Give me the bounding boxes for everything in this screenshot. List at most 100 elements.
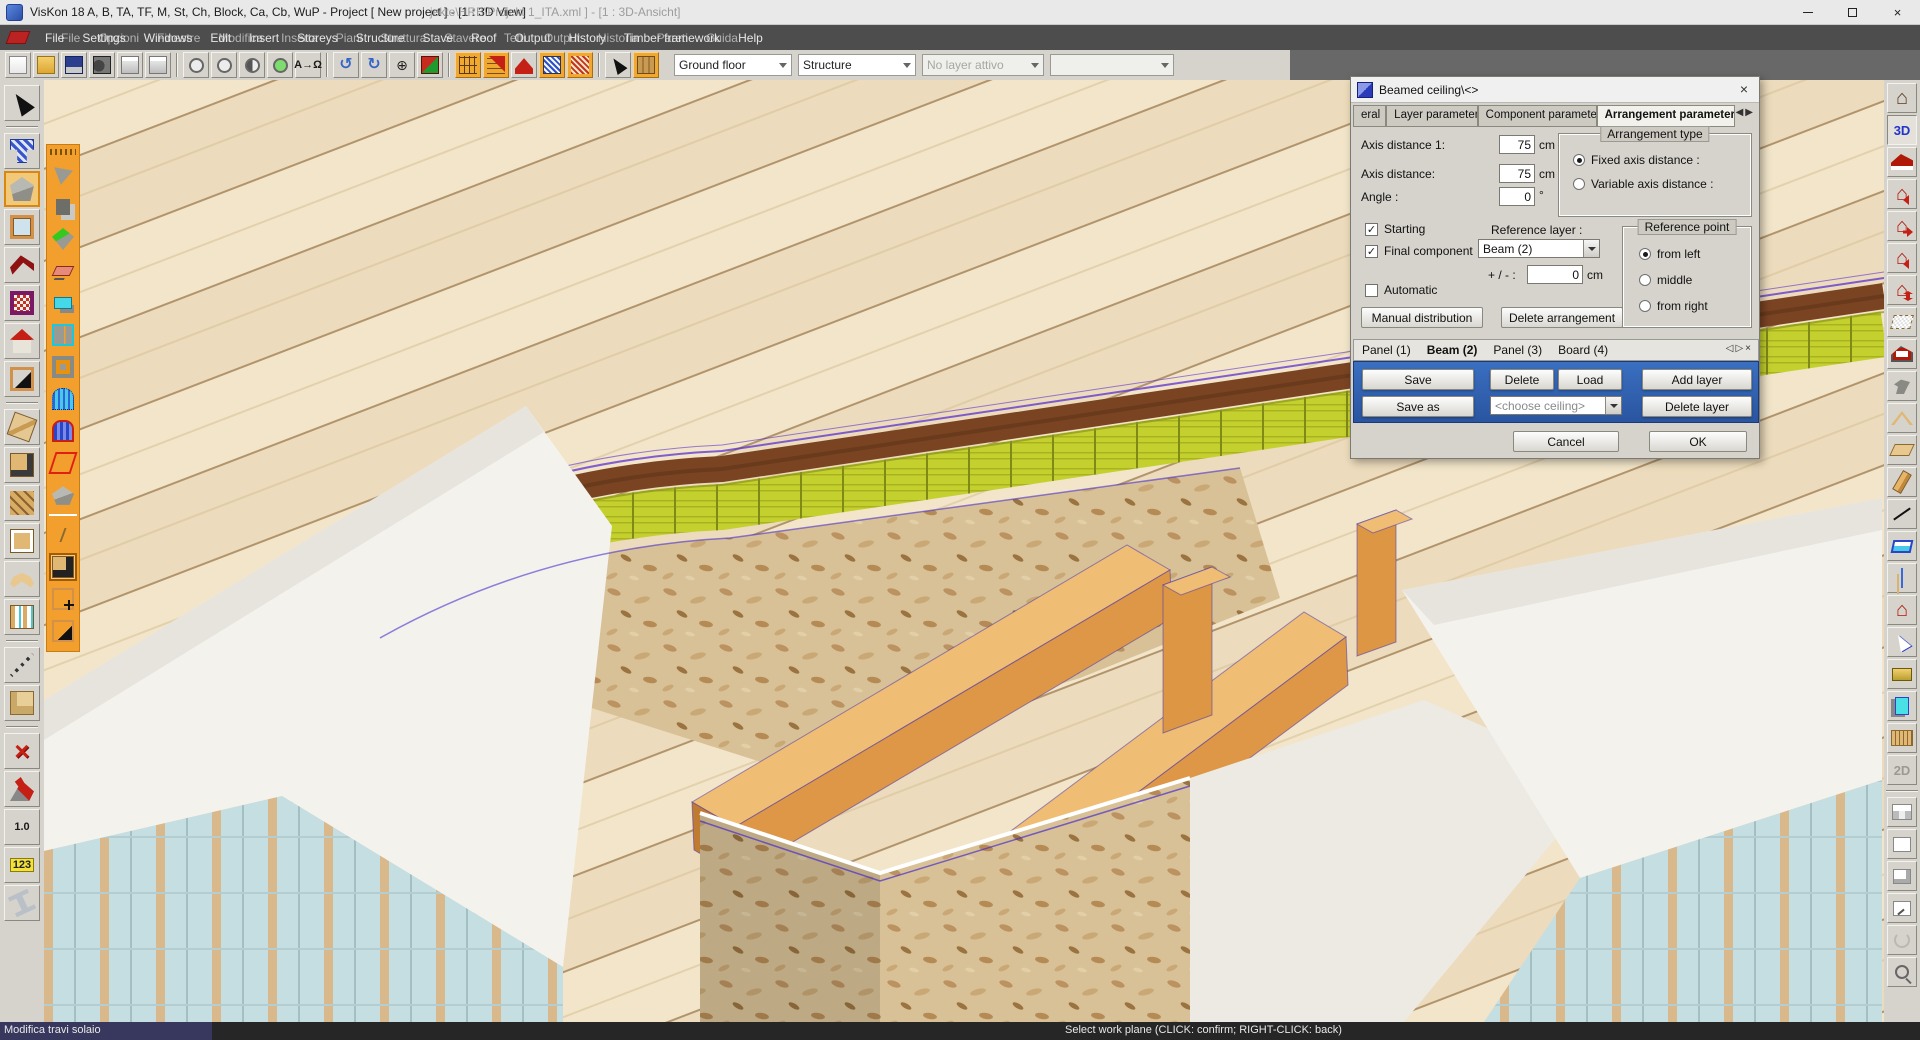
shrink-view-button[interactable]: [1887, 893, 1917, 923]
tab-scroll-arrows[interactable]: ◀▶: [1736, 107, 1755, 118]
save-button[interactable]: Save: [1362, 369, 1474, 390]
beam-view-button[interactable]: [1887, 467, 1917, 497]
timber-joint-tool[interactable]: [4, 485, 40, 521]
view-house-button[interactable]: ⌂: [1887, 83, 1917, 113]
save-as-button[interactable]: Save as: [1362, 396, 1474, 417]
axis-distance-1-input[interactable]: 75: [1499, 135, 1535, 154]
export-button[interactable]: [1887, 659, 1917, 689]
dialog-tab[interactable]: Arrangement parameters: [1597, 105, 1735, 126]
ceiling-select[interactable]: <choose ceiling>: [1490, 396, 1622, 415]
view-east-button[interactable]: ⌂: [1887, 211, 1917, 241]
ruler-tool[interactable]: 123: [4, 847, 40, 883]
dialog-close-icon[interactable]: ×: [1735, 81, 1753, 99]
measure-line-tool[interactable]: [4, 647, 40, 683]
single-view-button[interactable]: [1887, 829, 1917, 859]
layer-tab[interactable]: Panel (3): [1485, 340, 1550, 360]
hatch-red-button[interactable]: [567, 52, 593, 78]
layer-tab[interactable]: Beam (2): [1419, 340, 1486, 360]
section-panel-button[interactable]: [1887, 531, 1917, 561]
zoom-all-button[interactable]: [183, 52, 209, 78]
opening-tool[interactable]: [49, 353, 77, 381]
palette-drag-handle[interactable]: [50, 149, 76, 155]
component-button[interactable]: [1887, 691, 1917, 721]
layer-tab-arrows[interactable]: ◁▷×: [1726, 343, 1753, 354]
height-measure-button[interactable]: [1887, 563, 1917, 593]
dialog-titlebar[interactable]: Beamed ceiling\<> ×: [1351, 77, 1759, 103]
dimension-house-button[interactable]: ⌂: [1887, 595, 1917, 625]
middle-radio[interactable]: middle: [1639, 273, 1692, 287]
magnifier-button[interactable]: [1887, 957, 1917, 987]
dimension-tool[interactable]: 1.0: [4, 809, 40, 845]
automatic-checkbox[interactable]: Automatic: [1365, 283, 1437, 297]
crane-button[interactable]: [1887, 371, 1917, 401]
copy-ceiling-tool[interactable]: [49, 193, 77, 221]
dimension-chain-button[interactable]: [455, 52, 481, 78]
joinery-tool[interactable]: [4, 685, 40, 721]
frame-edit2-tool[interactable]: [49, 617, 77, 645]
frame-opening-tool[interactable]: [49, 585, 77, 613]
house-tool[interactable]: [4, 323, 40, 359]
fixed-axis-radio[interactable]: Fixed axis distance :: [1573, 153, 1700, 167]
measure-button[interactable]: [1887, 499, 1917, 529]
floor-layer-tool[interactable]: [49, 521, 77, 549]
arched-ceiling-tool[interactable]: [49, 417, 77, 445]
beam-tool[interactable]: [4, 409, 40, 445]
panel-view-button[interactable]: [1887, 435, 1917, 465]
minimize-button[interactable]: [1785, 0, 1830, 25]
wireframe-view-button[interactable]: [1887, 307, 1917, 337]
zoom-selection-button[interactable]: [267, 52, 293, 78]
dimension-arrow-button[interactable]: [483, 52, 509, 78]
offset-input[interactable]: 0: [1527, 265, 1583, 284]
stud-wall-tool[interactable]: [4, 599, 40, 635]
view-west-button[interactable]: ⌂: [1887, 179, 1917, 209]
print-button[interactable]: [117, 52, 143, 78]
select-mode-button[interactable]: [605, 52, 631, 78]
dialog-tab[interactable]: Component parameter: [1478, 105, 1597, 126]
edit-ceiling-beams-tool[interactable]: [49, 553, 77, 581]
final-component-checkbox[interactable]: ✓ Final component: [1365, 244, 1473, 258]
cancel-button[interactable]: Cancel: [1513, 431, 1619, 452]
dialog-tab[interactable]: eral: [1353, 105, 1386, 126]
manual-distribution-button[interactable]: Manual distribution: [1361, 307, 1483, 328]
storey-select[interactable]: Ground floor: [674, 54, 792, 76]
undo-button[interactable]: ↺: [333, 52, 359, 78]
variable-axis-radio[interactable]: Variable axis distance :: [1573, 177, 1714, 191]
plank-edit-tool[interactable]: [4, 447, 40, 483]
add-layer-button[interactable]: Add layer: [1642, 369, 1752, 390]
fence-button[interactable]: [1887, 723, 1917, 753]
split-view-button[interactable]: [1887, 861, 1917, 891]
arc-beam-tool[interactable]: [4, 561, 40, 597]
section-view-button[interactable]: [1887, 147, 1917, 177]
from-right-radio[interactable]: from right: [1639, 299, 1708, 313]
view-top-button[interactable]: ⌂: [1887, 275, 1917, 305]
frame-edit-tool[interactable]: [4, 361, 40, 397]
window-tool[interactable]: [4, 209, 40, 245]
save-button[interactable]: [61, 52, 87, 78]
layout-view-button[interactable]: [1887, 797, 1917, 827]
layer-tab[interactable]: Board (4): [1550, 340, 1616, 360]
view-3d-button[interactable]: 3D: [1887, 115, 1917, 145]
select-elements-button[interactable]: [1887, 627, 1917, 657]
search-project-button[interactable]: [89, 52, 115, 78]
ceiling-outline-tool[interactable]: [49, 161, 77, 189]
timber-list-button[interactable]: [633, 52, 659, 78]
delete-tool[interactable]: ×: [4, 733, 40, 769]
axis-button[interactable]: ⊕: [389, 52, 415, 78]
view-front-button[interactable]: ⌂: [1887, 243, 1917, 273]
roof-plan-button[interactable]: [1887, 339, 1917, 369]
hatch-blue-button[interactable]: [539, 52, 565, 78]
reference-layer-select[interactable]: Beam (2): [1478, 239, 1600, 258]
wall-tool[interactable]: [4, 133, 40, 169]
blockhouse-tool[interactable]: [4, 523, 40, 559]
layout-tool[interactable]: [49, 321, 77, 349]
delete-layer-button[interactable]: Delete layer: [1642, 396, 1752, 417]
layer-tab[interactable]: Panel (1): [1354, 340, 1419, 360]
delete-arrangement-button[interactable]: Delete arrangement: [1501, 307, 1623, 328]
new-file-button[interactable]: [5, 52, 31, 78]
beamed-ceiling-tool[interactable]: [49, 385, 77, 413]
ceiling-tool[interactable]: [4, 171, 40, 207]
load-button[interactable]: Load: [1558, 369, 1622, 390]
truss-view-button[interactable]: [1887, 403, 1917, 433]
steel-beam-tool[interactable]: [4, 885, 40, 921]
angle-input[interactable]: 0: [1499, 187, 1535, 206]
